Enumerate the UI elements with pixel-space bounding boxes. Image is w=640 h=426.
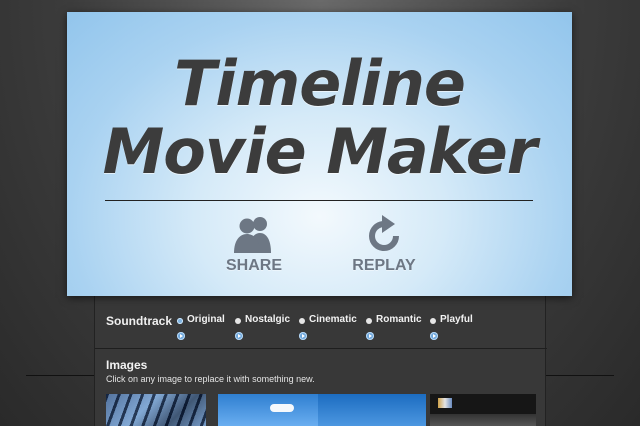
play-icon[interactable] bbox=[366, 332, 374, 340]
panel-separator bbox=[95, 348, 547, 349]
play-icon[interactable] bbox=[299, 332, 307, 340]
app-title: Timeline Movie Maker bbox=[67, 50, 572, 186]
play-icon[interactable] bbox=[430, 332, 438, 340]
title-divider bbox=[105, 200, 533, 201]
image-thumbnail[interactable] bbox=[430, 394, 536, 426]
radio-icon[interactable] bbox=[235, 318, 241, 324]
title-card: Timeline Movie Maker SHARE REPLAY bbox=[67, 12, 572, 296]
share-button[interactable]: SHARE bbox=[214, 215, 294, 275]
radio-icon[interactable] bbox=[299, 318, 305, 324]
image-thumbnail[interactable] bbox=[106, 394, 206, 426]
replay-button[interactable]: REPLAY bbox=[344, 215, 424, 275]
replay-label: REPLAY bbox=[352, 257, 416, 274]
soundtrack-option-label: Playful bbox=[440, 314, 473, 325]
soundtrack-option-label: Nostalgic bbox=[245, 314, 291, 325]
replay-icon bbox=[344, 215, 424, 253]
share-label: SHARE bbox=[225, 257, 282, 274]
soundtrack-row: Soundtrack Original Nostalgic Cinematic … bbox=[95, 308, 547, 348]
people-icon bbox=[214, 215, 294, 253]
soundtrack-option-label: Cinematic bbox=[309, 314, 357, 325]
soundtrack-option-label: Original bbox=[187, 314, 225, 325]
title-line-2: Movie Maker bbox=[102, 115, 538, 188]
images-heading: Images bbox=[106, 358, 148, 372]
title-line-1: Timeline bbox=[174, 47, 466, 120]
soundtrack-option-label: Romantic bbox=[376, 314, 422, 325]
play-icon[interactable] bbox=[177, 332, 185, 340]
radio-icon[interactable] bbox=[430, 318, 436, 324]
soundtrack-label: Soundtrack bbox=[106, 314, 173, 328]
play-icon[interactable] bbox=[235, 332, 243, 340]
settings-panel: Soundtrack Original Nostalgic Cinematic … bbox=[94, 294, 547, 426]
image-thumbnail[interactable] bbox=[318, 394, 426, 426]
radio-selected-icon[interactable] bbox=[177, 318, 183, 324]
image-thumbnails bbox=[106, 394, 536, 426]
radio-icon[interactable] bbox=[366, 318, 372, 324]
image-thumbnail[interactable] bbox=[218, 394, 318, 426]
images-hint: Click on any image to replace it with so… bbox=[106, 374, 315, 384]
